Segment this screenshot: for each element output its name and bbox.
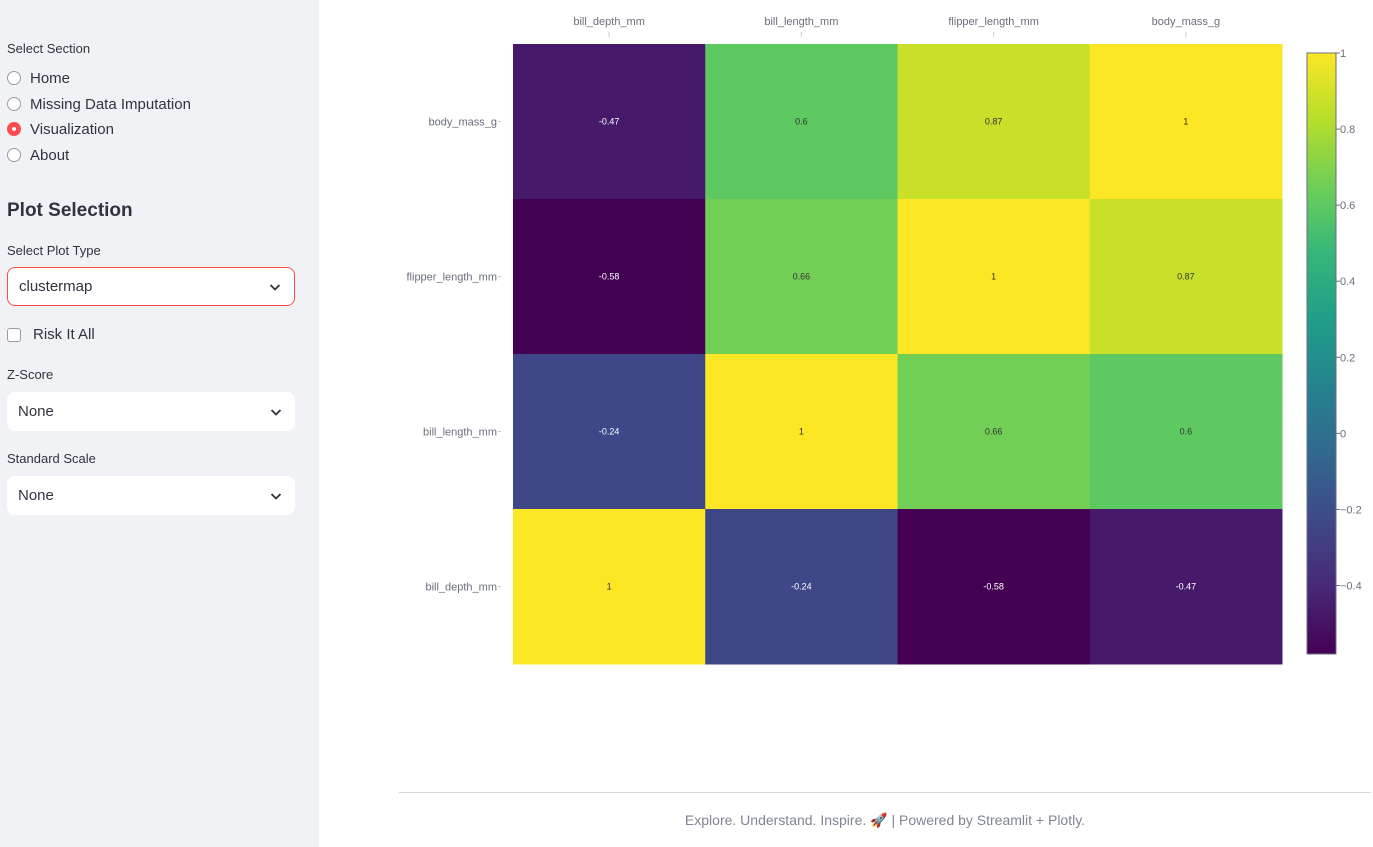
- select-section-label: Select Section: [7, 41, 91, 56]
- plot-type-select[interactable]: clustermap: [7, 267, 295, 306]
- y-tick-label: body_mass_g: [429, 117, 498, 129]
- y-tick-label: bill_length_mm: [423, 427, 497, 439]
- select-plot-type-label: Select Plot Type: [7, 243, 101, 258]
- radio-missing-data-imputation[interactable]: Missing Data Imputation: [7, 94, 191, 114]
- correlation-heatmap[interactable]: -0.47 0.6 0.87 1 -0.58 0.66 1 0.87 -0.24 1 0.66 0.6…: [319, 0, 1373, 700]
- radio-about-label: About: [30, 146, 70, 164]
- heatmap-cell-label: 0.87: [985, 117, 1003, 127]
- standard-scale-label: Standard Scale: [7, 451, 96, 466]
- radio-visualization-label: Visualization: [30, 120, 114, 138]
- radio-missing-data-imputation-label: Missing Data Imputation: [30, 95, 191, 113]
- heatmap-cell-label: 0.6: [1180, 427, 1193, 437]
- standard-scale-select[interactable]: None: [7, 476, 295, 515]
- chevron-down-icon: [269, 283, 281, 291]
- colorbar: [1306, 52, 1337, 655]
- risk-it-all-checkbox-row[interactable]: Risk It All: [7, 326, 95, 343]
- x-tick-label: flipper_length_mm: [948, 16, 1039, 28]
- heatmap-cell-label: 1: [799, 427, 804, 437]
- standard-scale-value: None: [18, 487, 54, 504]
- main-content: -0.47 0.6 0.87 1 -0.58 0.66 1 0.87 -0.24 1 0.66 0.6…: [319, 0, 1373, 847]
- risk-it-all-checkbox[interactable]: [7, 327, 21, 342]
- plot-selection-heading: Plot Selection: [7, 200, 133, 221]
- heatmap-cell-label: -0.58: [983, 582, 1004, 592]
- x-tick-label: bill_length_mm: [764, 16, 838, 28]
- colorbar-tick-label: 1: [1340, 48, 1346, 60]
- radio-visualization[interactable]: Visualization: [7, 119, 114, 139]
- heatmap-cell-label: -0.24: [791, 582, 812, 592]
- heatmap-cell-label: -0.47: [599, 117, 620, 127]
- footer-text: Explore. Understand. Inspire. 🚀 | Powere…: [684, 812, 1086, 828]
- z-score-label: Z-Score: [7, 367, 54, 382]
- heatmap-cell-label: -0.24: [599, 427, 620, 437]
- colorbar-tick-label: 0.4: [1340, 276, 1355, 288]
- footer-divider: [399, 792, 1371, 793]
- colorbar-tick-label: 0.6: [1340, 200, 1355, 212]
- z-score-value: None: [18, 403, 54, 420]
- chevron-down-icon: [270, 408, 282, 416]
- radio-about-indicator[interactable]: [7, 148, 21, 162]
- radio-visualization-indicator[interactable]: [7, 122, 21, 136]
- x-tick-label: body_mass_g: [1152, 16, 1221, 28]
- plot-type-value: clustermap: [19, 278, 93, 295]
- heatmap-cell-label: 0.6: [795, 117, 808, 127]
- radio-missing-data-imputation-indicator[interactable]: [7, 97, 21, 111]
- z-score-select[interactable]: None: [7, 392, 295, 431]
- heatmap-cell-label: 0.66: [793, 272, 811, 282]
- heatmap-cell-label: 1: [991, 272, 996, 282]
- heatmap-cell-label: 0.66: [985, 427, 1003, 437]
- heatmap-cell-label: 1: [1183, 117, 1188, 127]
- risk-it-all-label: Risk It All: [33, 326, 95, 343]
- x-tick-label: bill_depth_mm: [573, 16, 645, 28]
- sidebar: Select Section Home Missing Data Imputat…: [0, 0, 319, 847]
- heatmap-cell-label: -0.47: [1176, 582, 1197, 592]
- radio-about[interactable]: About: [7, 145, 69, 165]
- heatmap-cell-label: 0.87: [1177, 272, 1195, 282]
- radio-home-indicator[interactable]: [7, 71, 21, 85]
- colorbar-tick-label: 0: [1340, 428, 1346, 440]
- heatmap-cell-label: 1: [607, 582, 612, 592]
- heatmap-cell-label: -0.58: [599, 272, 620, 282]
- chevron-down-icon: [270, 492, 282, 500]
- y-tick-label: flipper_length_mm: [407, 272, 498, 284]
- colorbar-tick-label: 0.2: [1340, 352, 1355, 364]
- radio-home-label: Home: [30, 69, 71, 87]
- y-tick-label: bill_depth_mm: [425, 582, 497, 594]
- colorbar-tick-label: 0.8: [1340, 124, 1355, 136]
- colorbar-tick-label: −0.4: [1340, 581, 1362, 593]
- colorbar-tick-label: −0.2: [1340, 504, 1362, 516]
- radio-home[interactable]: Home: [7, 68, 70, 88]
